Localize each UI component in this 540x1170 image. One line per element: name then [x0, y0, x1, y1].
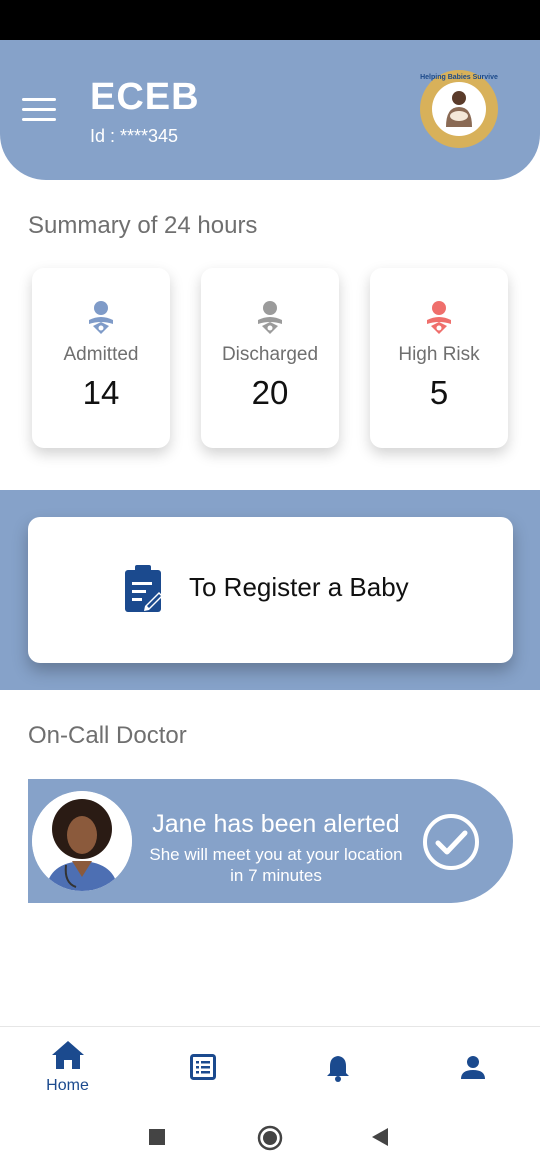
alert-subtitle: She will meet you at your location in 7 …	[134, 844, 418, 886]
system-nav-bar	[0, 1106, 540, 1170]
card-value: 14	[82, 374, 120, 411]
recents-icon[interactable]	[148, 1128, 166, 1146]
nav-home[interactable]: Home	[0, 1027, 135, 1107]
baby-icon	[89, 301, 113, 334]
nav-home-label: Home	[46, 1077, 89, 1094]
home-circle-icon[interactable]	[257, 1125, 283, 1151]
bottom-nav: Home	[0, 1026, 540, 1106]
alert-title: Jane has been alerted	[152, 810, 400, 838]
app-title: ECEB	[90, 76, 200, 118]
card-label: Discharged	[221, 344, 319, 365]
clipboard-edit-icon	[125, 565, 163, 612]
back-icon[interactable]	[371, 1127, 389, 1147]
doctor-alert-banner[interactable]: Jane has been alerted She will meet you …	[28, 779, 513, 903]
card-label: High Risk	[398, 344, 480, 365]
check-circle-icon	[423, 814, 479, 870]
card-label: Admitted	[63, 344, 139, 365]
baby-icon	[258, 301, 282, 334]
nav-list[interactable]	[135, 1027, 270, 1107]
card-value: 20	[251, 374, 289, 411]
logo-text: Helping Babies Survive	[420, 74, 498, 81]
home-icon	[51, 1041, 84, 1069]
user-id: Id : ****345	[90, 126, 179, 146]
nav-notifications[interactable]	[270, 1027, 405, 1107]
discharged-card[interactable]: Discharged 20	[201, 268, 339, 448]
register-baby-button[interactable]: To Register a Baby	[28, 517, 513, 663]
person-icon	[460, 1056, 485, 1079]
register-label: To Register a Baby	[189, 572, 409, 602]
summary-title: Summary of 24 hours	[28, 212, 258, 239]
bell-icon	[326, 1056, 349, 1082]
list-icon	[189, 1054, 216, 1080]
high-risk-card[interactable]: High Risk 5	[370, 268, 508, 448]
admitted-card[interactable]: Admitted 14	[32, 268, 170, 448]
oncall-title: On-Call Doctor	[28, 722, 187, 749]
status-bar	[0, 0, 540, 40]
baby-icon	[427, 301, 451, 334]
mother-baby-icon	[446, 91, 472, 127]
app-header: ECEB Id : ****345 Helping Babies Survive	[0, 40, 540, 180]
logo: Helping Babies Survive	[420, 70, 498, 148]
card-value: 5	[429, 374, 449, 411]
menu-icon[interactable]	[22, 98, 56, 122]
alert-line-2: in 7 minutes	[230, 866, 322, 885]
alert-line-1: She will meet you at your location	[149, 845, 403, 864]
doctor-avatar	[32, 791, 132, 891]
nav-profile[interactable]	[405, 1027, 540, 1107]
